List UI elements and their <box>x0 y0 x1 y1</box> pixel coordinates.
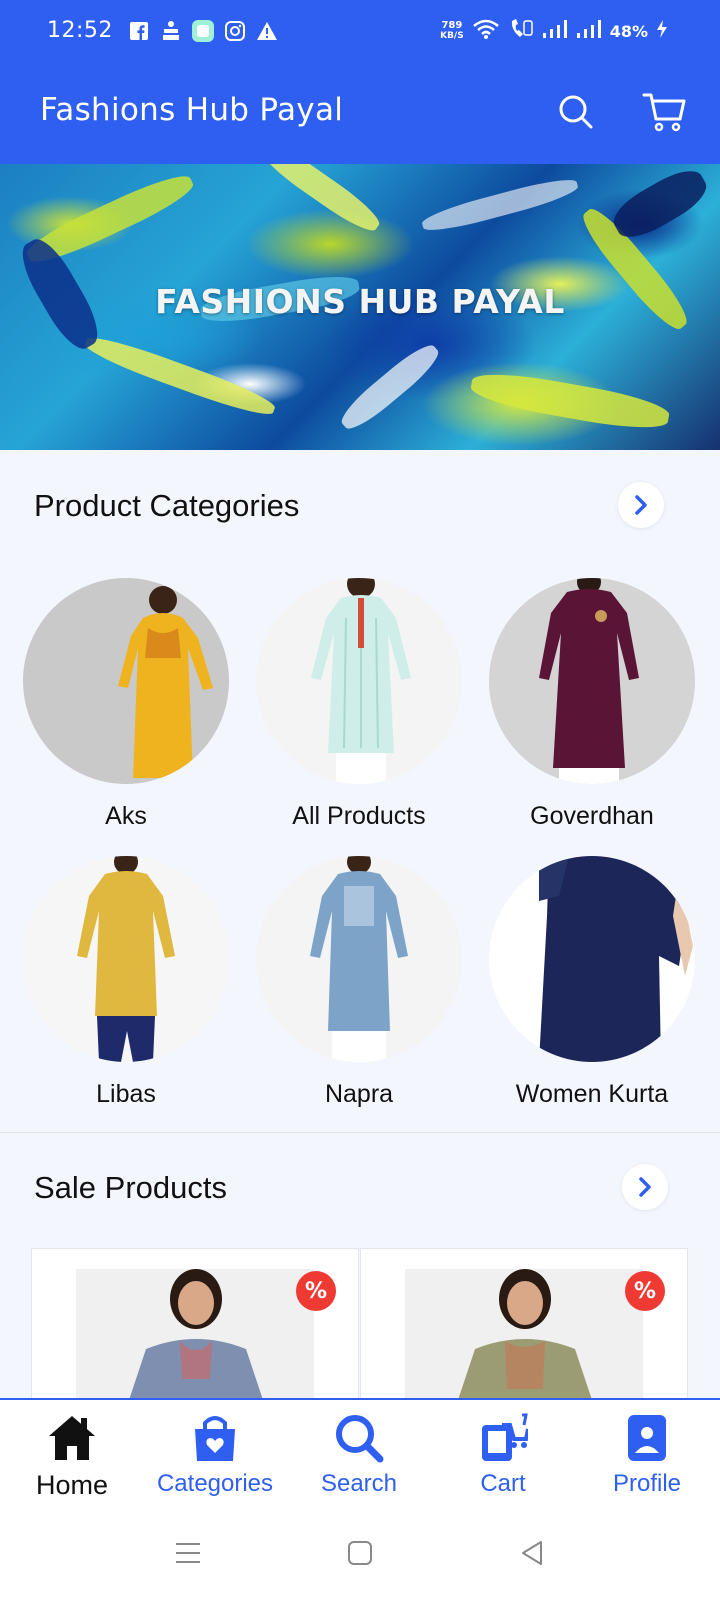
signal-2-icon <box>576 19 602 43</box>
sale-title: Sale Products <box>34 1170 227 1205</box>
battery-level: 48% <box>609 21 648 41</box>
category-item-napra[interactable]: Napra <box>256 856 462 1109</box>
back-button[interactable] <box>517 1538 547 1568</box>
sale-badge: % <box>296 1271 336 1311</box>
category-image <box>256 578 462 784</box>
shopping-bag-icon <box>145 1412 285 1464</box>
section-divider <box>0 1132 720 1133</box>
category-item-libas[interactable]: Libas <box>23 856 229 1109</box>
warning-icon <box>256 20 278 42</box>
nav-label: Cart <box>480 1470 526 1497</box>
menu-icon <box>176 1543 200 1563</box>
speed-value: 789 <box>441 20 463 31</box>
category-item-women-kurta[interactable]: Women Kurta <box>489 856 695 1109</box>
nav-label: Home <box>35 1470 109 1500</box>
notification-icons <box>128 20 278 42</box>
product-image <box>405 1269 643 1399</box>
category-label: Women Kurta <box>515 1080 669 1108</box>
facebook-icon <box>128 20 150 42</box>
search-icon <box>559 95 593 129</box>
chevron-right-icon <box>639 1177 651 1197</box>
category-image <box>23 856 229 1062</box>
sale-see-all-button[interactable] <box>622 1164 668 1210</box>
instagram-icon <box>224 20 246 42</box>
categories-header: Product Categories <box>0 476 720 536</box>
recent-apps-button[interactable] <box>173 1538 203 1568</box>
category-label: All Products <box>292 802 426 830</box>
nav-item-cart[interactable]: Cart <box>433 1412 573 1498</box>
search-button[interactable] <box>550 86 602 138</box>
categories-title: Product Categories <box>34 488 300 523</box>
category-image <box>23 578 229 784</box>
nav-label: Profile <box>612 1470 682 1497</box>
category-label: Libas <box>96 1080 156 1108</box>
cart-button[interactable] <box>638 86 690 138</box>
product-image <box>76 1269 314 1399</box>
banner-text: FASHIONS HUB PAYAL <box>155 282 565 321</box>
signal-1-icon <box>542 19 568 43</box>
cart-icon <box>642 93 686 132</box>
cart-icon <box>433 1412 573 1464</box>
category-label: Aks <box>105 802 147 830</box>
category-item-all-products[interactable]: All Products <box>256 578 462 831</box>
home-system-button[interactable] <box>345 1538 375 1568</box>
category-label: Napra <box>324 1080 394 1108</box>
square-icon <box>348 1541 372 1565</box>
cricket-app-icon <box>160 20 182 42</box>
sale-product-card[interactable]: % <box>31 1248 359 1400</box>
sale-product-card[interactable]: % <box>360 1248 688 1400</box>
category-image <box>489 578 695 784</box>
nav-label: Search <box>320 1470 398 1497</box>
category-image <box>256 856 462 1062</box>
search-icon <box>289 1412 429 1464</box>
bottom-navigation: Home Categories Search Cart Profile <box>0 1398 720 1508</box>
status-time: 12:52 <box>47 18 113 43</box>
hero-banner[interactable]: FASHIONS HUB PAYAL <box>0 164 720 450</box>
system-navigation-bar <box>0 1508 720 1600</box>
nav-item-home[interactable]: Home <box>2 1412 142 1501</box>
message-app-icon <box>192 20 214 42</box>
nav-label: Categories <box>156 1470 274 1497</box>
profile-icon <box>577 1412 717 1464</box>
app-bar: Fashions Hub Payal <box>0 62 720 164</box>
category-image <box>489 856 695 1062</box>
sale-header: Sale Products <box>0 1158 720 1218</box>
sale-badge: % <box>625 1271 665 1311</box>
network-speed: 789 KB/S <box>440 20 464 42</box>
category-item-aks[interactable]: Aks <box>23 578 229 831</box>
category-item-goverdhan[interactable]: Goverdhan <box>489 578 695 831</box>
category-label: Goverdhan <box>530 802 654 830</box>
app-title: Fashions Hub Payal <box>40 92 344 128</box>
wifi-icon <box>472 18 500 44</box>
speed-unit: KB/S <box>440 31 464 41</box>
volte-call-icon <box>508 18 534 44</box>
status-bar: 12:52 789 KB/S 48% <box>0 0 720 62</box>
nav-item-profile[interactable]: Profile <box>577 1412 717 1498</box>
charging-icon <box>656 19 668 43</box>
home-icon <box>2 1412 142 1464</box>
nav-item-search[interactable]: Search <box>289 1412 429 1498</box>
nav-item-categories[interactable]: Categories <box>145 1412 285 1498</box>
categories-see-all-button[interactable] <box>618 482 664 528</box>
chevron-right-icon <box>635 495 647 515</box>
system-status-icons: 789 KB/S 48% <box>440 18 668 44</box>
back-triangle-icon <box>522 1541 542 1565</box>
